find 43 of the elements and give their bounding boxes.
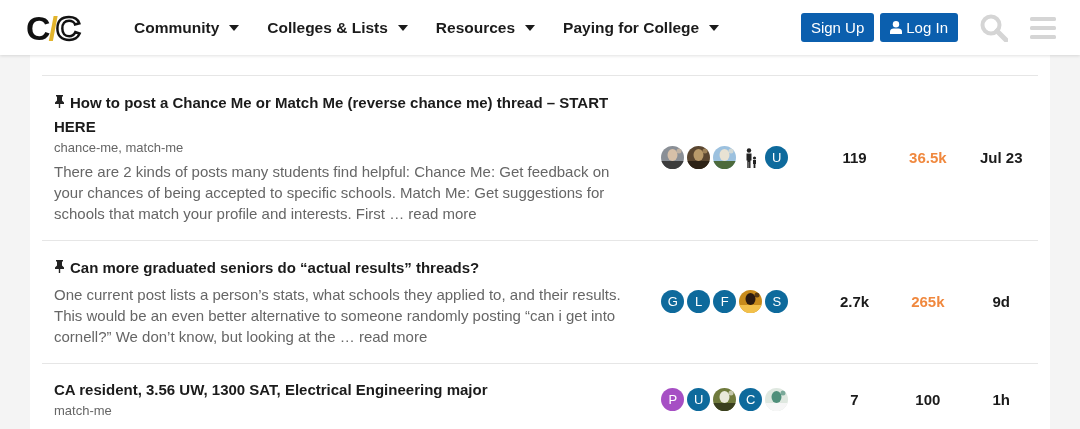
view-count: 265k bbox=[910, 293, 946, 310]
read-more-link[interactable]: read more bbox=[408, 205, 477, 222]
user-avatar[interactable]: U bbox=[687, 387, 711, 411]
topic-title[interactable]: CA resident, 3.56 UW, 1300 SAT, Electrical Engineering major bbox=[54, 378, 640, 402]
read-more-link[interactable]: read more bbox=[358, 328, 428, 345]
view-count: 36.5k bbox=[908, 149, 948, 166]
menu-icon[interactable] bbox=[1030, 15, 1056, 40]
user-avatar[interactable]: L bbox=[687, 290, 711, 313]
view-count: 100 bbox=[914, 390, 942, 408]
topic-tags: chance-me, match-me bbox=[54, 139, 640, 157]
caret-icon bbox=[709, 24, 720, 31]
reply-count: 7 bbox=[849, 390, 860, 408]
login-button[interactable]: Log In bbox=[880, 13, 958, 42]
pin-icon bbox=[54, 260, 65, 273]
site-logo[interactable]: C/C bbox=[26, 10, 116, 45]
topic-title[interactable]: How to post a Chance Me or Match Me (reverse chance me) thread – START HERE bbox=[54, 91, 640, 139]
pin-icon bbox=[54, 95, 65, 108]
nav-menu[interactable]: Paying for College bbox=[563, 18, 720, 37]
nav-menu[interactable]: Resources bbox=[435, 18, 536, 37]
caret-icon bbox=[229, 24, 240, 31]
nav-menu[interactable]: Community bbox=[134, 18, 240, 37]
people-icon[interactable] bbox=[744, 147, 757, 168]
caret-icon bbox=[525, 24, 536, 31]
activity-time[interactable]: 9d bbox=[964, 293, 1038, 310]
user-avatar[interactable]: F bbox=[713, 290, 737, 313]
user-avatar[interactable]: C bbox=[739, 387, 763, 411]
topic-excerpt: There are 2 kinds of posts many students find helpful: Chance Me: Get feedback on your chances of being accepted to specific schools. Match Me: Get suggestions for schools that match your profile and interests. First … read more bbox=[54, 162, 611, 224]
topic-tags: match-me bbox=[54, 402, 640, 420]
nav-menu[interactable]: Colleges & Lists bbox=[267, 18, 408, 37]
topic-excerpt: One current post lists a person’s stats, what schools they applied to, and their results. This would be an even better alternative to someone randomly posting “can i get into cornell?” We don’t know, but looking at the … read more bbox=[54, 285, 622, 347]
user-avatar[interactable]: P bbox=[661, 387, 685, 411]
activity-time[interactable]: Jul 23 bbox=[964, 149, 1038, 166]
signup-button[interactable]: Sign Up bbox=[800, 13, 875, 42]
activity-time[interactable]: 1h bbox=[964, 390, 1038, 408]
topic-title[interactable]: Can more graduated seniors do “actual results” threads? bbox=[54, 256, 640, 280]
user-avatar[interactable]: G bbox=[661, 290, 685, 313]
caret-icon bbox=[397, 24, 408, 31]
reply-count: 119 bbox=[841, 149, 868, 166]
reply-count: 2.7k bbox=[838, 293, 871, 310]
user-icon bbox=[890, 21, 903, 34]
search-icon[interactable] bbox=[980, 13, 1008, 42]
user-avatar[interactable]: U bbox=[765, 146, 789, 169]
user-avatar[interactable]: S bbox=[765, 290, 789, 313]
